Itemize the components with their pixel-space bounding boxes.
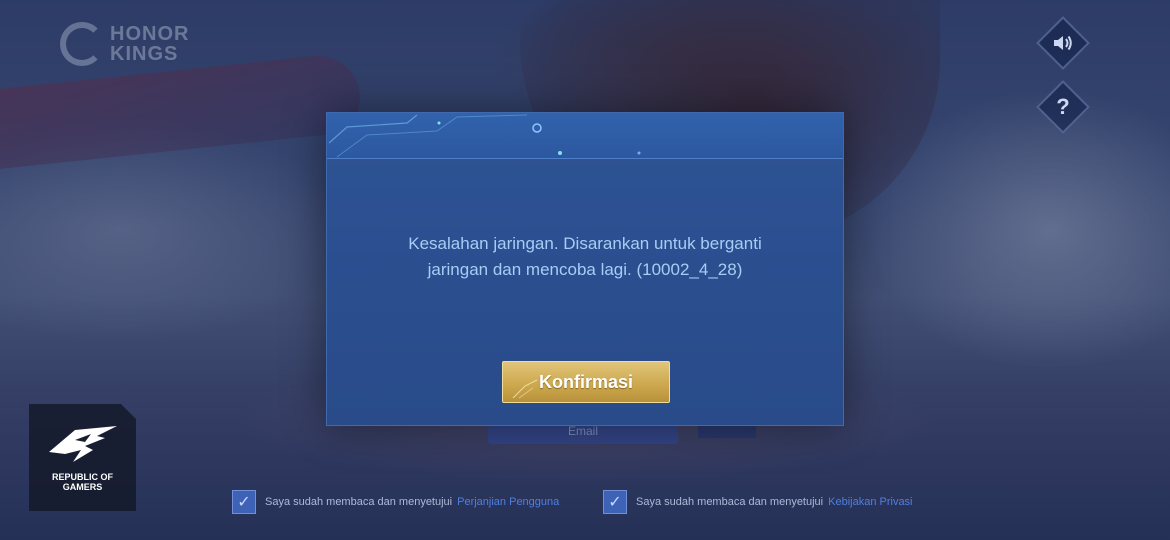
logo-line1: HONOR <box>110 23 190 45</box>
checkmark-icon: ✓ <box>237 494 251 511</box>
email-login-label: Email <box>567 424 598 438</box>
logo-emblem-icon <box>60 22 104 66</box>
rog-text: REPUBLIC OF GAMERS <box>29 472 136 492</box>
agreement-user-checkbox[interactable]: ✓ <box>232 490 256 514</box>
dialog-header-decoration <box>328 114 641 158</box>
dialog-header <box>327 113 843 159</box>
agreement-privacy: ✓ Saya sudah membaca dan menyetujui Kebi… <box>603 490 913 514</box>
confirm-button[interactable]: Konfirmasi <box>502 361 670 403</box>
rog-line1: REPUBLIC OF <box>51 472 113 482</box>
speaker-icon <box>1054 35 1072 51</box>
privacy-policy-link[interactable]: Kebijakan Privasi <box>828 496 912 508</box>
confirm-button-label: Konfirmasi <box>538 371 634 392</box>
error-message-line1: Kesalahan jaringan. Disarankan untuk ber… <box>408 234 762 253</box>
button-shine-decoration <box>512 379 538 399</box>
agreement-user: ✓ Saya sudah membaca dan menyetujui Perj… <box>232 490 559 514</box>
agreement-privacy-checkbox[interactable]: ✓ <box>603 490 627 514</box>
agreement-user-text: Saya sudah membaca dan menyetujui <box>265 496 453 508</box>
checkmark-icon: ✓ <box>608 494 622 511</box>
rog-eye-logo-icon <box>49 426 117 462</box>
network-error-dialog: Kesalahan jaringan. Disarankan untuk ber… <box>326 112 844 426</box>
game-logo: HONOR KINGS <box>60 18 210 70</box>
user-agreement-link[interactable]: Perjanjian Pengguna <box>457 496 559 508</box>
question-mark-icon: ? <box>1056 94 1070 119</box>
logo-text: HONOR KINGS <box>110 24 189 64</box>
rog-line2: GAMERS <box>62 482 103 492</box>
logo-line2: KINGS <box>110 43 179 65</box>
agreement-privacy-text: Saya sudah membaca dan menyetujui <box>636 496 824 508</box>
rog-badge: REPUBLIC OF GAMERS <box>29 404 136 511</box>
error-message-line2: jaringan dan mencoba lagi. (10002_4_28) <box>427 260 743 279</box>
error-message: Kesalahan jaringan. Disarankan untuk ber… <box>357 231 813 283</box>
